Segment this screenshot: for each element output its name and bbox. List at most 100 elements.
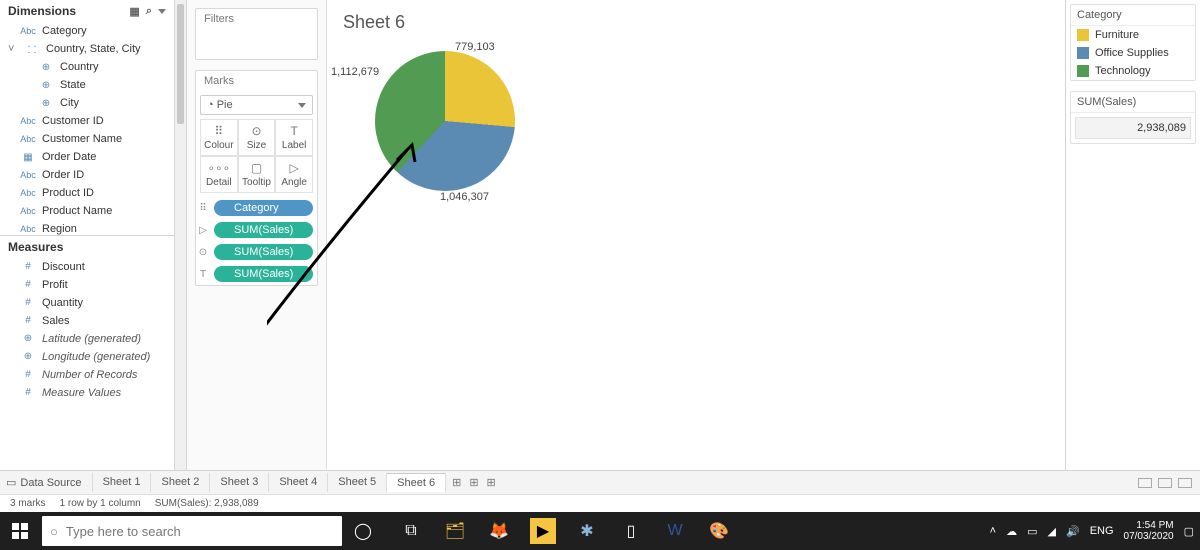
tab-sheet3[interactable]: Sheet 3	[210, 473, 269, 492]
menu-caret-icon[interactable]	[158, 5, 166, 18]
marks-size[interactable]: ⊙Size	[238, 119, 276, 156]
chevron-down-icon	[298, 103, 306, 108]
pill-handle-icon: ⠿	[196, 203, 210, 214]
dimension-field[interactable]: AbcCategory	[0, 22, 174, 40]
marks-tooltip[interactable]: ▢Tooltip	[238, 156, 276, 193]
measure-field[interactable]: ⊕Latitude (generated)	[0, 330, 174, 348]
tray-cloud-icon[interactable]: ☁	[1006, 525, 1017, 538]
legend-item[interactable]: Office Supplies	[1071, 44, 1195, 62]
shelves-panel: Filters Marks ◔ Pie ⠿Colour⊙SizeTLabel∘∘…	[187, 0, 327, 470]
dimension-field[interactable]: AbcRegion	[0, 220, 174, 235]
new-dashboard-icon[interactable]: ⊞	[469, 476, 478, 489]
swatch-icon	[1077, 65, 1089, 77]
windows-icon	[12, 523, 28, 539]
sum-legend: SUM(Sales) 2,938,089	[1070, 91, 1196, 144]
sum-value: 2,938,089	[1075, 117, 1191, 139]
pie-chart[interactable]	[375, 51, 515, 191]
pie-label-furniture: 779,103	[455, 41, 495, 53]
tableau-icon[interactable]: ✱	[566, 512, 608, 550]
tab-sheet5[interactable]: Sheet 5	[328, 473, 387, 492]
pill-sumsales[interactable]: SUM(Sales)	[214, 244, 313, 260]
dimension-field[interactable]: ▦Order Date	[0, 148, 174, 166]
new-worksheet-icon[interactable]: ⊞	[452, 476, 461, 489]
dimension-field[interactable]: AbcCustomer ID	[0, 112, 174, 130]
status-sum: SUM(Sales): 2,938,089	[155, 498, 259, 509]
measure-field[interactable]: #Measure Values	[0, 384, 174, 402]
app-yellow-icon[interactable]: ▶	[530, 518, 556, 544]
dimensions-list: AbcCategory˅⸬Country, State, City⊕Countr…	[0, 22, 174, 235]
dimension-field[interactable]: AbcCustomer Name	[0, 130, 174, 148]
pill-sumsales[interactable]: SUM(Sales)	[214, 266, 313, 282]
tray-wifi-icon[interactable]: ◢	[1048, 525, 1056, 538]
swatch-icon	[1077, 47, 1089, 59]
pill-handle-icon: ▷	[196, 225, 210, 236]
task-view-icon[interactable]: ⧉	[390, 512, 432, 550]
document-icon[interactable]: ▯	[610, 512, 652, 550]
legend-item[interactable]: Technology	[1071, 62, 1195, 80]
data-pane: Dimensions ▦ ⌕ AbcCategory˅⸬Country, Sta…	[0, 0, 175, 470]
dimension-field[interactable]: AbcProduct ID	[0, 184, 174, 202]
measure-field[interactable]: #Number of Records	[0, 366, 174, 384]
pie-label-tech: 1,112,679	[331, 66, 379, 78]
tray-lang[interactable]: ENG	[1090, 525, 1114, 537]
tab-sheet2[interactable]: Sheet 2	[151, 473, 210, 492]
sidebar-scrollbar[interactable]	[175, 0, 187, 470]
paint-icon[interactable]: 🎨	[698, 512, 740, 550]
measures-header: Measures	[0, 235, 174, 258]
mark-type-select[interactable]: ◔ Pie	[200, 95, 313, 115]
tray-volume-icon[interactable]: 🔊	[1066, 525, 1080, 538]
tab-sheet4[interactable]: Sheet 4	[269, 473, 328, 492]
pill-category[interactable]: Category	[214, 200, 313, 216]
pill-handle-icon: ⊙	[196, 247, 210, 258]
tray-clock[interactable]: 1:54 PM 07/03/2020	[1124, 520, 1174, 542]
viz-canvas: Sheet 6 779,103 1,046,307 1,112,679	[327, 0, 1065, 470]
view-grid-icon[interactable]: ▦	[129, 5, 139, 18]
word-icon[interactable]: W	[654, 512, 696, 550]
pill-sumsales[interactable]: SUM(Sales)	[214, 222, 313, 238]
status-bar: 3 marks 1 row by 1 column SUM(Sales): 2,…	[0, 494, 1200, 512]
legend-item[interactable]: Furniture	[1071, 26, 1195, 44]
measure-field[interactable]: ⊕Longitude (generated)	[0, 348, 174, 366]
marks-detail[interactable]: ∘∘∘Detail	[200, 156, 238, 193]
dimension-field[interactable]: AbcProduct Name	[0, 202, 174, 220]
search-icon[interactable]: ⌕	[146, 5, 152, 18]
legend-panel: Category FurnitureOffice SuppliesTechnol…	[1065, 0, 1200, 470]
marks-angle[interactable]: ▷Angle	[275, 156, 313, 193]
tab-sheet1[interactable]: Sheet 1	[93, 473, 152, 492]
new-story-icon[interactable]: ⊞	[487, 476, 496, 489]
cortana-icon[interactable]: ◯	[342, 512, 384, 550]
status-rowcol: 1 row by 1 column	[60, 498, 141, 509]
tray-notifications-icon[interactable]: ▢	[1184, 525, 1194, 538]
tray-chevron-icon[interactable]: ˄	[990, 525, 996, 537]
marks-colour[interactable]: ⠿Colour	[200, 119, 238, 156]
file-explorer-icon[interactable]: 🗂	[434, 512, 476, 550]
slideshow-icon[interactable]	[1178, 478, 1192, 488]
tab-datasource[interactable]: ▭Data Source	[0, 473, 93, 492]
dimension-field[interactable]: ⊕City	[0, 94, 174, 112]
sheet-title: Sheet 6	[343, 12, 1049, 33]
marks-label[interactable]: TLabel	[275, 119, 313, 156]
measure-field[interactable]: #Profit	[0, 276, 174, 294]
firefox-icon[interactable]: 🦊	[478, 512, 520, 550]
dimensions-header: Dimensions ▦ ⌕	[0, 0, 174, 22]
tray-battery-icon[interactable]: ▭	[1027, 525, 1037, 538]
sheet-tabs: ▭Data Source Sheet 1Sheet 2Sheet 3Sheet …	[0, 470, 1200, 494]
status-marks: 3 marks	[10, 498, 46, 509]
start-button[interactable]	[0, 512, 40, 550]
measure-field[interactable]: #Quantity	[0, 294, 174, 312]
dimension-field[interactable]: ⊕State	[0, 76, 174, 94]
windows-taskbar: ○ Type here to search ◯ ⧉ 🗂 🦊 ▶ ✱ ▯ W 🎨 …	[0, 512, 1200, 550]
measure-field[interactable]: #Sales	[0, 312, 174, 330]
datasource-icon: ▭	[6, 476, 16, 489]
measure-field[interactable]: #Discount	[0, 258, 174, 276]
tab-sheet6[interactable]: Sheet 6	[387, 473, 446, 492]
search-circle-icon: ○	[50, 524, 58, 539]
dimension-field[interactable]: AbcOrder ID	[0, 166, 174, 184]
filmstrip-icon[interactable]	[1138, 478, 1152, 488]
measures-list: #Discount#Profit#Quantity#Sales⊕Latitude…	[0, 258, 174, 471]
sorter-icon[interactable]	[1158, 478, 1172, 488]
dimension-field[interactable]: ⊕Country	[0, 58, 174, 76]
filters-shelf[interactable]: Filters	[195, 8, 318, 60]
taskbar-search[interactable]: ○ Type here to search	[42, 516, 342, 546]
dimension-field[interactable]: ˅⸬Country, State, City	[0, 40, 174, 58]
